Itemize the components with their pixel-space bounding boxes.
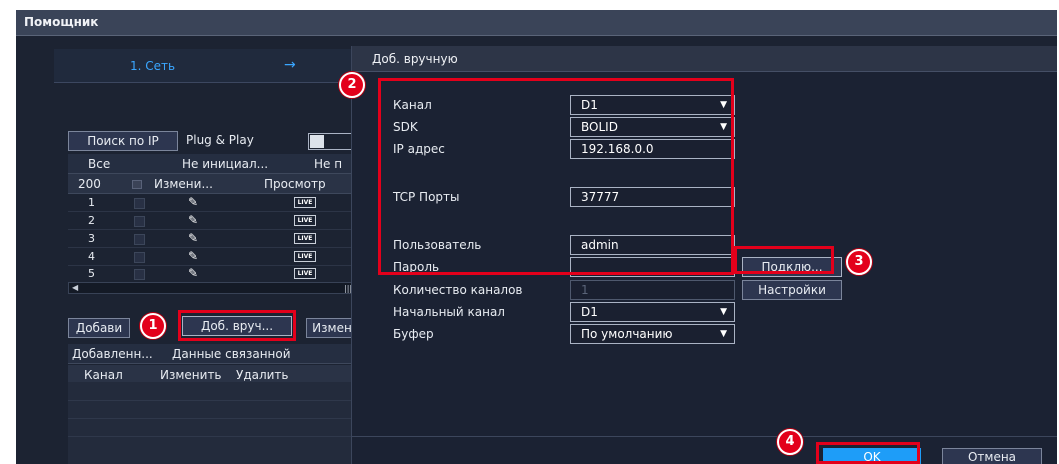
search-ip-button[interactable]: Поиск по IP [68,131,178,151]
channel-count-value: 1 [581,283,589,297]
highlight-frame-ok [816,442,920,464]
tab-added-devices[interactable]: Добавленн... [72,347,153,361]
start-channel-label: Начальный канал [393,305,505,319]
dialog-footer-divider [352,436,1057,437]
pencil-icon[interactable]: ✎ [188,231,198,245]
callout-badge-2: 2 [339,72,365,98]
row-checkbox[interactable] [134,252,145,263]
start-channel-select[interactable]: D1 ▼ [570,302,735,322]
buffer-value: По умолчанию [581,327,673,341]
buffer-select[interactable]: По умолчанию ▼ [570,324,735,344]
dialog-title: Доб. вручную [372,52,458,66]
window-title: Помощник [24,15,99,29]
channel-count-label: Количество каналов [393,283,523,297]
tab-linked-data[interactable]: Данные связанной [172,347,291,361]
row-number: 5 [88,267,95,280]
tab-uninitialized[interactable]: Не инициал... [182,157,268,171]
row-checkbox[interactable] [134,216,145,227]
live-icon[interactable]: LIVE [294,197,316,208]
column-preview: Просмотр [264,177,326,191]
title-bar: Помощник [16,10,1057,36]
row-number: 1 [88,196,95,209]
buffer-label: Буфер [393,327,434,341]
pencil-icon[interactable]: ✎ [188,213,198,227]
plug-play-label: Plug & Play [186,133,254,147]
column-edit: Изменить [160,368,222,382]
start-channel-value: D1 [581,305,598,319]
callout-badge-3: 3 [846,249,872,275]
device-table-scrollbar[interactable]: ◀ ||| [68,282,358,294]
tab-other[interactable]: Не п [314,157,342,171]
wizard-step-label: 1. Сеть [130,59,176,73]
arrow-right-icon: → [284,57,296,73]
row-divider [68,400,358,401]
added-devices-list [68,382,358,464]
table-row[interactable]: 2 ✎ LIVE [68,213,358,230]
live-icon[interactable]: LIVE [294,251,316,262]
scroll-left-icon[interactable]: ◀ [72,283,78,292]
live-icon[interactable]: LIVE [294,268,316,279]
device-table-header: 200 Измени... Просмотр [68,174,358,194]
chevron-down-icon[interactable]: ▼ [720,303,727,321]
column-modify: Измени... [154,177,213,191]
add-button[interactable]: Добави [68,318,130,338]
callout-badge-4: 4 [777,429,803,455]
row-checkbox[interactable] [134,198,145,209]
row-divider [68,436,358,437]
settings-button[interactable]: Настройки [742,280,842,300]
dialog-title-bar: Доб. вручную [352,46,1057,72]
channel-count-input: 1 [570,280,735,300]
pencil-icon[interactable]: ✎ [188,266,198,280]
row-checkbox[interactable] [134,269,145,280]
table-row[interactable]: 3 ✎ LIVE [68,231,358,248]
select-all-checkbox[interactable] [132,180,142,189]
column-count: 200 [78,177,101,191]
table-row[interactable]: 1 ✎ LIVE [68,195,358,212]
app-window: Помощник 1. Сеть → Поиск по IP Plug & Pl… [16,10,1057,464]
filter-tabs: Все Не инициал... Не п [68,154,358,174]
pencil-icon[interactable]: ✎ [188,195,198,209]
toggle-knob [310,135,324,148]
callout-badge-1: 1 [140,313,166,339]
added-devices-tabs: Добавленн... Данные связанной [68,344,358,364]
chevron-down-icon[interactable]: ▼ [720,325,727,343]
tab-all[interactable]: Все [88,157,110,171]
row-number: 3 [88,232,95,245]
row-divider [68,418,358,419]
row-number: 4 [88,250,95,263]
table-row[interactable]: 4 ✎ LIVE [68,249,358,266]
row-number: 2 [88,214,95,227]
table-row[interactable]: 5 ✎ LIVE [68,266,358,283]
pencil-icon[interactable]: ✎ [188,249,198,263]
highlight-frame-connection-fields [378,78,734,275]
highlight-frame-connect [734,246,834,274]
live-icon[interactable]: LIVE [294,215,316,226]
cancel-button[interactable]: Отмена [942,448,1042,464]
highlight-frame-manual-add [178,310,296,341]
live-icon[interactable]: LIVE [294,233,316,244]
row-checkbox[interactable] [134,234,145,245]
wizard-step-bar: 1. Сеть → [54,49,354,83]
column-delete: Удалить [236,368,289,382]
column-channel: Канал [84,368,123,382]
